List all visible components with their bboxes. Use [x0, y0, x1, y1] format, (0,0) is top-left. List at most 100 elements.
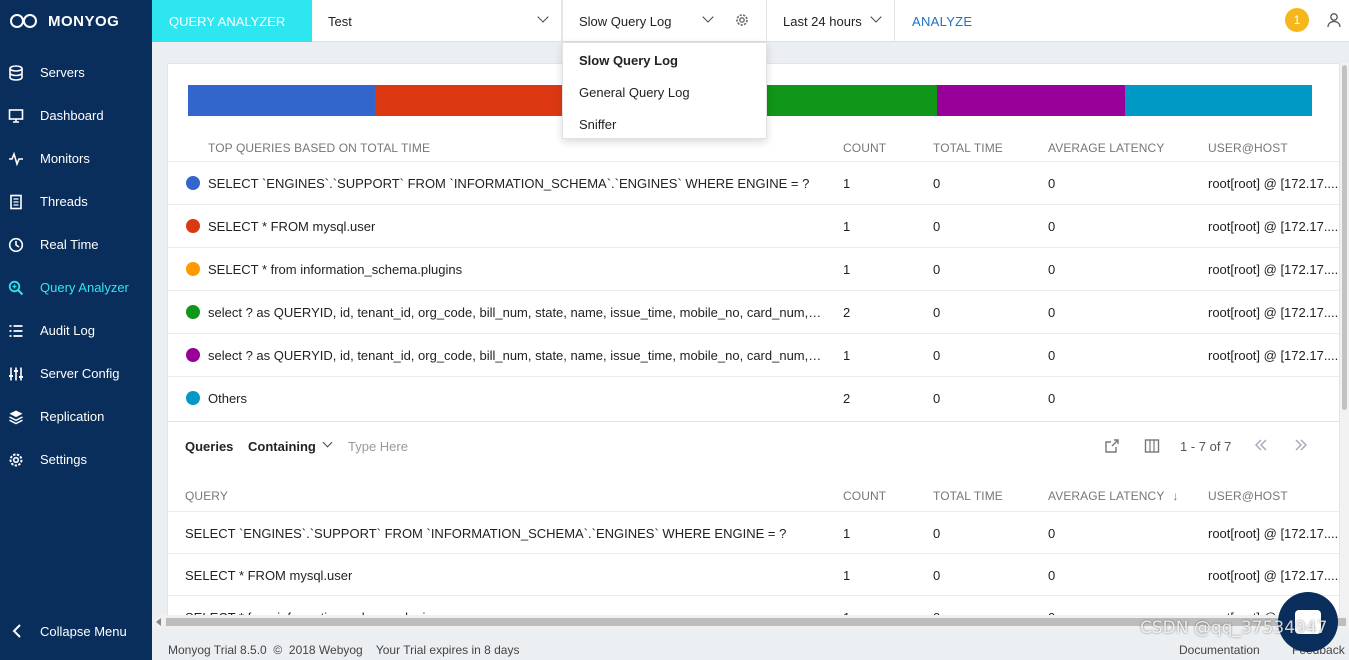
dropdown-option-slow-query-log[interactable]: Slow Query Log — [579, 53, 678, 68]
sidebar-item-replication[interactable]: Replication — [0, 395, 152, 438]
gear-icon[interactable] — [734, 12, 750, 28]
brand-name: MONYOG — [48, 12, 120, 30]
user-host-column-header[interactable]: USER@HOST — [1208, 489, 1288, 503]
columns-icon[interactable] — [1144, 438, 1160, 454]
chevron-down-icon[interactable] — [322, 437, 333, 448]
collapse-menu-button[interactable]: Collapse Menu — [0, 611, 152, 651]
filter-mode-select[interactable]: Containing — [248, 439, 316, 454]
scroll-left-icon[interactable] — [156, 618, 161, 626]
top-query-row[interactable]: select ? as QUERYID, id, tenant_id, org_… — [168, 290, 1339, 333]
sidebar-item-threads[interactable]: Threads — [0, 180, 152, 223]
top-query-row[interactable]: SELECT `ENGINES`.`SUPPORT` FROM `INFORMA… — [168, 161, 1339, 204]
table-row[interactable]: SELECT * FROM mysql.user 1 0 0 root[root] @ … — [168, 553, 1339, 596]
cell-total-time: 0 — [933, 526, 941, 541]
count-column-header[interactable]: COUNT — [843, 489, 886, 503]
average-latency-column-header[interactable]: AVERAGE LATENCY ↓ — [1048, 489, 1179, 503]
total-time-column-header[interactable]: TOTAL TIME — [933, 489, 1003, 503]
table-row[interactable]: SELECT * from information_schema.plugins… — [168, 595, 1339, 615]
watermark: CSDN @qq_37534947 — [1140, 618, 1328, 638]
clock-icon — [8, 237, 24, 253]
sidebar-item-monitors[interactable]: Monitors — [0, 137, 152, 180]
sidebar-item-label: Threads — [40, 194, 88, 209]
queries-toolbar: Queries Containing 1 - 7 of 7 — [168, 421, 1339, 471]
cell-count: 1 — [843, 262, 851, 277]
vertical-scrollbar[interactable] — [1340, 63, 1349, 616]
user-host-column-header[interactable]: USER@HOST — [1208, 141, 1288, 155]
cell-avg-latency: 0 — [1048, 262, 1056, 277]
cell-user-host: root[root] @ [172.17.... — [1208, 219, 1339, 234]
chevron-down-icon — [537, 11, 549, 23]
query-analyzer-panel: TOP QUERIES BASED ON TOTAL TIME COUNT TO… — [167, 63, 1340, 616]
brand-logo[interactable]: MONYOG — [0, 0, 152, 42]
sidebar-item-settings[interactable]: Settings — [0, 438, 152, 481]
query-column-header[interactable]: QUERY — [185, 489, 228, 503]
top-query-row[interactable]: Others 2 0 0 — [168, 376, 1339, 419]
sliders-icon — [9, 367, 23, 381]
sidebar-item-audit-log[interactable]: Audit Log — [0, 309, 152, 352]
chevron-down-icon — [870, 11, 882, 23]
sidebar-item-label: Real Time — [40, 237, 99, 252]
pagination-info: 1 - 7 of 7 — [1180, 439, 1232, 454]
top-query-row[interactable]: select ? as QUERYID, id, tenant_id, org_… — [168, 333, 1339, 376]
color-bar-segment[interactable] — [937, 85, 1125, 116]
average-latency-column-header[interactable]: AVERAGE LATENCY — [1048, 141, 1164, 155]
cell-user-host: root[root] @ [172.17.... — [1208, 526, 1339, 541]
cell-count: 1 — [843, 526, 851, 541]
top-query-row[interactable]: SELECT * from information_schema.plugins… — [168, 247, 1339, 290]
vertical-scrollbar-thumb[interactable] — [1342, 65, 1347, 410]
color-bar-segment[interactable] — [188, 85, 376, 116]
table-row[interactable]: SELECT `ENGINES`.`SUPPORT` FROM `INFORMA… — [168, 511, 1339, 554]
monitor-icon — [8, 109, 24, 123]
time-range-select[interactable]: Last 24 hours — [767, 0, 895, 42]
export-icon[interactable] — [1104, 438, 1120, 454]
documentation-link[interactable]: Documentation — [1179, 643, 1260, 657]
document-icon — [10, 194, 22, 210]
user-icon[interactable] — [1326, 12, 1342, 28]
cell-user-host: root[root] @ [172.17.... — [1208, 262, 1339, 277]
cell-avg-latency: 0 — [1048, 305, 1056, 320]
color-bar-segment[interactable] — [375, 85, 563, 116]
dropdown-option-sniffer[interactable]: Sniffer — [579, 117, 616, 132]
color-bar-segment[interactable] — [1124, 85, 1312, 116]
analyze-button[interactable]: ANALYZE — [912, 0, 972, 42]
sidebar-item-real-time[interactable]: Real Time — [0, 223, 152, 266]
double-chevron-right-icon[interactable] — [1293, 437, 1309, 453]
log-type-select[interactable]: Slow Query Log — [562, 0, 767, 42]
sidebar-item-label: Dashboard — [40, 108, 104, 123]
cell-avg-latency: 0 — [1048, 568, 1056, 583]
module-tab-query-analyzer[interactable]: QUERY ANALYZER — [152, 0, 312, 42]
cell-query: SELECT `ENGINES`.`SUPPORT` FROM `INFORMA… — [208, 176, 810, 191]
sidebar-item-query-analyzer[interactable]: Query Analyzer — [0, 266, 152, 309]
cell-total-time: 0 — [933, 176, 941, 191]
database-icon — [9, 65, 23, 81]
double-chevron-left-icon[interactable] — [1253, 437, 1269, 453]
count-column-header[interactable]: COUNT — [843, 141, 886, 155]
queries-label: Queries — [185, 439, 234, 454]
notification-badge[interactable]: 1 — [1285, 8, 1309, 32]
cell-user-host: root[root] @ [172.17.... — [1208, 176, 1339, 191]
search-icon — [8, 280, 24, 296]
chevron-down-icon — [702, 11, 714, 23]
sidebar-item-label: Replication — [40, 409, 105, 424]
sidebar-item-dashboard[interactable]: Dashboard — [0, 94, 152, 137]
cell-avg-latency: 0 — [1048, 526, 1056, 541]
top-bar: MONYOG QUERY ANALYZER Test Slow Query Lo… — [0, 0, 1349, 42]
sidebar-item-label: Server Config — [40, 366, 120, 381]
logo-icon — [10, 14, 40, 28]
sidebar-item-server-config[interactable]: Server Config — [0, 352, 152, 395]
query-filter-input[interactable] — [348, 433, 548, 459]
sidebar-item-label: Query Analyzer — [40, 280, 129, 295]
dropdown-option-general-query-log[interactable]: General Query Log — [579, 85, 690, 100]
sidebar-item-label: Monitors — [40, 151, 90, 166]
top-query-row[interactable]: SELECT * FROM mysql.user 1 0 0 root[root] @ … — [168, 204, 1339, 247]
collapse-menu-label: Collapse Menu — [40, 623, 127, 639]
cell-total-time: 0 — [933, 348, 941, 363]
cell-user-host: root[root] @ [172.17.... — [1208, 568, 1339, 583]
total-time-column-header[interactable]: TOTAL TIME — [933, 141, 1003, 155]
server-select[interactable]: Test — [312, 0, 562, 42]
footer: Monyog Trial 8.5.0 © 2018 Webyog Your Tr… — [152, 635, 1349, 660]
color-bar-segment[interactable] — [749, 85, 938, 116]
cell-avg-latency: 0 — [1048, 219, 1056, 234]
sidebar-item-servers[interactable]: Servers — [0, 51, 152, 94]
cell-count: 2 — [843, 391, 851, 406]
